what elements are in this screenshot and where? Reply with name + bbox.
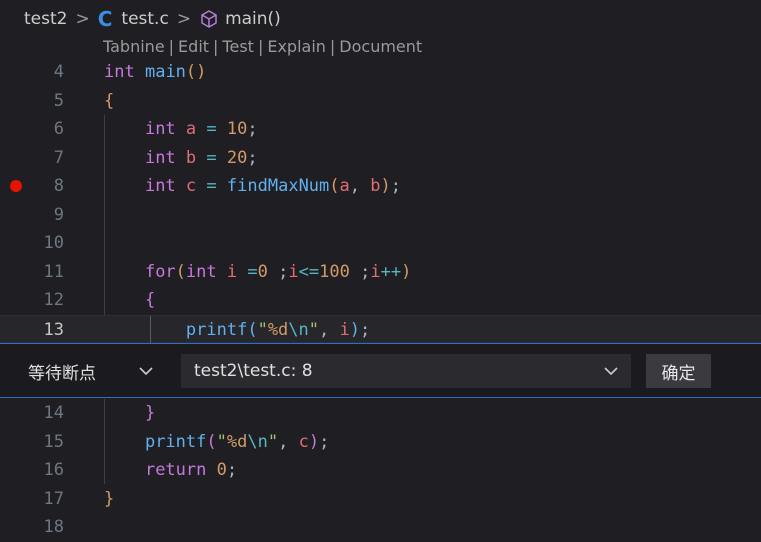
line-number: 8 [53, 176, 64, 196]
line-text: } [144, 403, 156, 423]
confirm-button[interactable]: 确定 [646, 354, 711, 388]
line-text: int c = findMaxNum(a, b); [144, 176, 402, 196]
breadcrumb-file[interactable]: test.c [121, 9, 168, 29]
line-text: { [144, 290, 156, 310]
code-line[interactable]: 10 [0, 229, 761, 258]
code-line[interactable]: 14 } [0, 399, 761, 428]
breadcrumb-separator: > [75, 9, 90, 29]
codelens-separator: | [168, 37, 175, 56]
line-number: 16 [43, 460, 64, 480]
breakpoint-type-select[interactable]: 等待断点 [16, 354, 166, 388]
codelens-document[interactable]: Document [339, 37, 422, 56]
code-line[interactable]: 4 int main() [0, 58, 761, 87]
codelens-test[interactable]: Test [222, 37, 254, 56]
breadcrumb-separator: > [176, 9, 192, 29]
line-number: 13 [43, 319, 64, 340]
code-line[interactable]: 11 for(int i =0 ;i<=100 ;i++) [0, 258, 761, 287]
c-language-icon: C [97, 7, 113, 31]
line-number: 10 [43, 233, 64, 253]
breakpoint-widget: 等待断点 test2\test.c: 8 确定 [0, 343, 761, 398]
code-line[interactable]: 9 [0, 201, 761, 230]
codelens-edit[interactable]: Edit [178, 37, 209, 56]
line-text: return 0; [144, 460, 238, 480]
line-text: } [104, 488, 115, 509]
line-number: 6 [53, 119, 64, 139]
breakpoint-location-select[interactable]: test2\test.c: 8 [181, 354, 631, 388]
codelens-separator: | [257, 37, 264, 56]
code-line[interactable]: 7 int b = 20; [0, 144, 761, 173]
line-number: 14 [43, 403, 64, 423]
breakpoint-type-value: 等待断点 [28, 363, 96, 384]
codelens: Tabnine | Edit | Test | Explain | Document [103, 37, 422, 57]
line-number: 17 [43, 488, 64, 509]
line-number: 5 [53, 90, 64, 111]
code-line[interactable]: 6 int a = 10; [0, 115, 761, 144]
code-line[interactable]: 12 { [0, 286, 761, 315]
breadcrumb-folder[interactable]: test2 [24, 9, 67, 29]
breadcrumb: test2 > C test.c > main() [0, 0, 761, 38]
line-text: int a = 10; [144, 119, 258, 139]
code-line-current[interactable]: 13 printf("%d\n", i); [0, 314, 761, 344]
chevron-down-icon [604, 367, 618, 376]
line-text: int main() [104, 62, 207, 82]
code-line[interactable]: 8 int c = findMaxNum(a, b); [0, 172, 761, 201]
code-line[interactable]: 15 printf("%d\n", c); [0, 428, 761, 457]
line-number: 18 [43, 517, 64, 537]
line-number: 9 [53, 204, 64, 225]
code-line[interactable]: 5 { [0, 87, 761, 116]
line-number: 4 [53, 62, 64, 82]
line-number: 15 [43, 431, 64, 452]
line-text: int b = 20; [144, 147, 258, 168]
line-text: for(int i =0 ;i<=100 ;i++) [144, 261, 412, 282]
codelens-separator: | [329, 37, 336, 56]
code-line[interactable]: 17 } [0, 485, 761, 514]
codelens-tabnine[interactable]: Tabnine [103, 37, 165, 56]
breadcrumb-symbol[interactable]: main() [225, 9, 281, 29]
cube-method-icon [199, 9, 219, 29]
line-number: 12 [43, 290, 64, 310]
code-line[interactable]: 18 [0, 513, 761, 542]
line-text: printf("%d\n", i); [185, 319, 371, 340]
chevron-down-icon [139, 367, 153, 376]
codelens-explain[interactable]: Explain [267, 37, 326, 56]
line-number: 7 [53, 147, 64, 168]
breakpoint-location-value: test2\test.c: 8 [194, 361, 313, 381]
line-text: { [104, 90, 115, 111]
code-line[interactable]: 16 return 0; [0, 456, 761, 485]
line-text: printf("%d\n", c); [144, 431, 330, 452]
codelens-separator: | [213, 37, 219, 56]
line-number: 11 [43, 261, 64, 282]
